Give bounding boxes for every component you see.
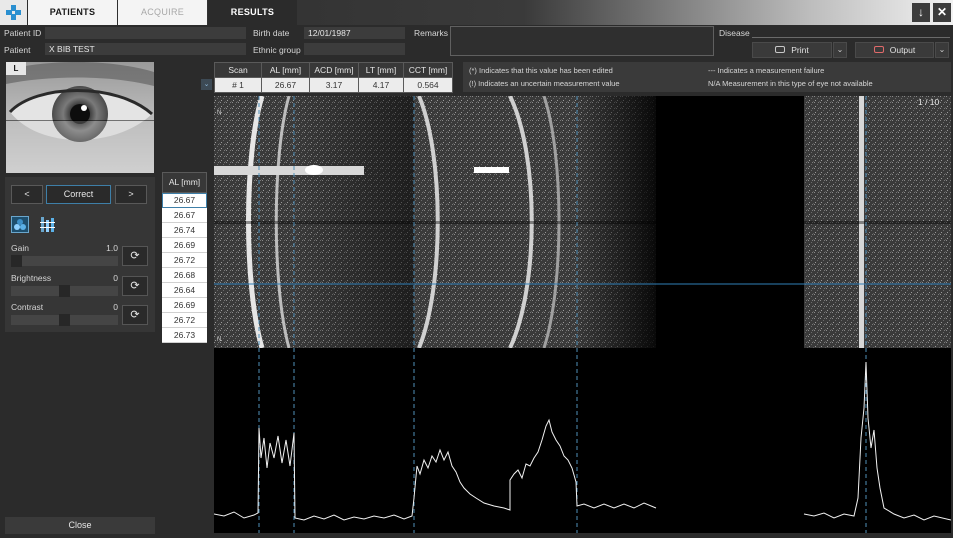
- patient-name-label: Patient: [4, 45, 31, 55]
- gain-label: Gain: [11, 243, 29, 253]
- brightness-reset-button[interactable]: ⟳: [122, 276, 148, 296]
- contrast-label: Contrast: [11, 302, 44, 312]
- birth-date-label: Birth date: [253, 28, 290, 38]
- expand-table-button[interactable]: ⌄: [201, 79, 212, 90]
- remarks-label: Remarks: [414, 28, 449, 38]
- disease-label: Disease: [719, 28, 750, 38]
- overlay-view-icon[interactable]: [11, 216, 29, 233]
- column-header-lt: LT [mm]: [358, 62, 404, 78]
- reset-icon: ⟳: [130, 250, 140, 262]
- al-list-item[interactable]: 26.72: [162, 253, 207, 268]
- scan-counter: 1 / 10: [918, 97, 940, 107]
- contrast-slider[interactable]: [11, 314, 118, 326]
- legend-uncertain: (!) Indicates an uncertain measurement v…: [469, 79, 620, 88]
- cell-scan: # 1: [214, 77, 262, 93]
- al-list: AL [mm] 26.67 26.67 26.74 26.69 26.72 26.68 26…: [162, 172, 207, 343]
- al-list-item[interactable]: 26.67: [162, 193, 207, 208]
- printer-icon: [775, 46, 786, 54]
- levels-view-icon[interactable]: [39, 216, 57, 233]
- print-button[interactable]: Print: [752, 42, 832, 58]
- a-scan-waveform[interactable]: [213, 348, 952, 533]
- chevron-down-icon: ⌄: [203, 81, 210, 88]
- eye-photo: [6, 62, 154, 173]
- brightness-value: 0: [113, 273, 118, 283]
- legend-na: N/A Measurement in this type of eye not …: [708, 79, 873, 88]
- contrast-value: 0: [113, 302, 118, 312]
- chevron-down-icon: ⌄: [938, 45, 946, 54]
- app-logo: [0, 0, 27, 25]
- output-dropdown-button[interactable]: ⌄: [935, 42, 949, 58]
- tab-patients[interactable]: PATIENTS: [28, 0, 117, 25]
- contrast-slider-thumb[interactable]: [59, 314, 70, 326]
- al-list-item[interactable]: 26.67: [162, 208, 207, 223]
- print-label: Print: [791, 45, 809, 55]
- output-icon: [873, 46, 884, 54]
- legend-box: (*) Indicates that this value has been e…: [463, 62, 951, 92]
- cell-cct: 0.564: [403, 77, 453, 93]
- gain-slider[interactable]: [11, 255, 118, 267]
- axis-top-label: N: [217, 110, 222, 116]
- next-button[interactable]: >: [115, 185, 147, 204]
- logo-cross-icon: [6, 5, 21, 20]
- close-button[interactable]: Close: [5, 517, 155, 534]
- chevron-down-icon: ⌄: [836, 45, 844, 54]
- measurement-row[interactable]: # 1 26.67 3.17 4.17 0.564: [214, 77, 453, 93]
- gain-value: 1.0: [106, 243, 118, 253]
- scan-image[interactable]: [214, 95, 951, 349]
- legend-edited: (*) Indicates that this value has been e…: [469, 66, 613, 75]
- legend-failure: --- Indicates a measurement failure: [708, 66, 825, 75]
- brightness-slider-thumb[interactable]: [59, 285, 70, 297]
- measurement-header-row: Scan AL [mm] ACD [mm] LT [mm] CCT [mm]: [214, 62, 453, 78]
- gain-slider-thumb[interactable]: [11, 255, 22, 267]
- previous-button[interactable]: <: [11, 185, 43, 204]
- column-header-al: AL [mm]: [261, 62, 310, 78]
- ethnic-group-label: Ethnic group: [253, 45, 301, 55]
- download-arrow-icon: ↓: [918, 5, 924, 19]
- reset-icon: ⟳: [130, 309, 140, 321]
- al-list-item[interactable]: 26.73: [162, 328, 207, 343]
- column-header-cct: CCT [mm]: [403, 62, 453, 78]
- tab-results[interactable]: RESULTS: [208, 0, 297, 25]
- cell-lt: 4.17: [358, 77, 404, 93]
- brightness-label: Brightness: [11, 273, 52, 283]
- gain-reset-button[interactable]: ⟳: [122, 246, 148, 266]
- measurement-table: Scan AL [mm] ACD [mm] LT [mm] CCT [mm] #…: [214, 62, 453, 93]
- ethnic-group-field[interactable]: [304, 43, 405, 55]
- al-list-item[interactable]: 26.64: [162, 283, 207, 298]
- remarks-input[interactable]: [450, 26, 714, 56]
- correct-button[interactable]: Correct: [46, 185, 111, 204]
- patient-name-field[interactable]: X BIB TEST: [45, 43, 246, 55]
- download-button[interactable]: ↓: [912, 3, 930, 22]
- al-list-item[interactable]: 26.69: [162, 298, 207, 313]
- column-header-acd: ACD [mm]: [309, 62, 359, 78]
- eye-side-badge: L: [6, 62, 26, 75]
- cell-acd: 3.17: [309, 77, 359, 93]
- cell-al: 26.67: [261, 77, 310, 93]
- print-dropdown-button[interactable]: ⌄: [833, 42, 847, 58]
- al-list-item[interactable]: 26.72: [162, 313, 207, 328]
- top-bar: PATIENTS ACQUIRE RESULTS ↓ ✕: [0, 0, 953, 25]
- birth-date-field[interactable]: 12/01/1987: [304, 27, 405, 39]
- output-button[interactable]: Output: [855, 42, 934, 58]
- al-list-item[interactable]: 26.74: [162, 223, 207, 238]
- brightness-slider[interactable]: [11, 285, 118, 297]
- column-header-scan: Scan: [214, 62, 262, 78]
- tab-acquire[interactable]: ACQUIRE: [118, 0, 207, 25]
- axis-bottom-label: N: [217, 337, 222, 343]
- disease-field[interactable]: [752, 37, 950, 38]
- al-list-item[interactable]: 26.68: [162, 268, 207, 283]
- reset-icon: ⟳: [130, 280, 140, 292]
- output-label: Output: [889, 45, 916, 55]
- patient-id-field[interactable]: [45, 27, 246, 39]
- contrast-reset-button[interactable]: ⟳: [122, 305, 148, 325]
- al-list-header: AL [mm]: [162, 172, 207, 193]
- patient-id-label: Patient ID: [4, 28, 42, 38]
- close-window-button[interactable]: ✕: [933, 3, 951, 22]
- close-x-icon: ✕: [936, 5, 948, 19]
- al-list-item[interactable]: 26.69: [162, 238, 207, 253]
